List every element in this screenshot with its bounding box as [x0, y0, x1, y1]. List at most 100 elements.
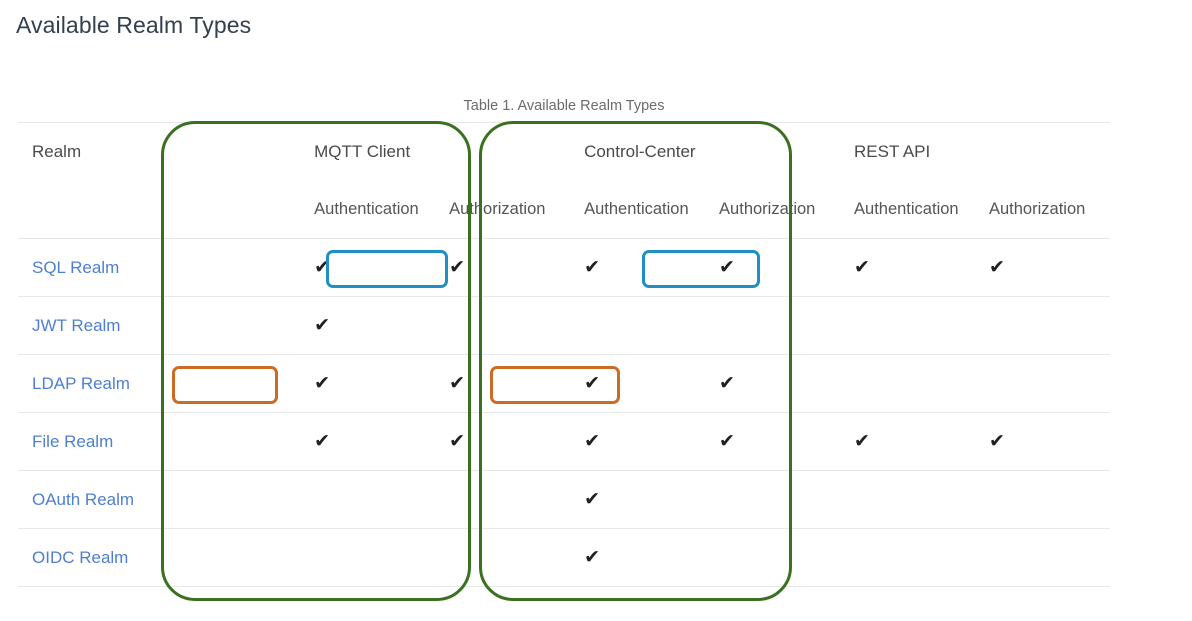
table-row: JWT Realm✔✔✔✔✔✔	[18, 296, 1110, 355]
column-header-rest-authentication: Authentication	[840, 180, 975, 239]
support-cell: ✔	[705, 354, 841, 413]
realm-link[interactable]: JWT Realm	[32, 316, 120, 335]
support-cell: ✔	[974, 412, 1110, 471]
sub-label-rest-authentication: Authentication	[854, 199, 959, 218]
checkmark-icon: ✔	[314, 429, 331, 452]
realm-link[interactable]: File Realm	[32, 432, 113, 451]
realm-header-label: Realm	[32, 141, 82, 161]
table-caption: Table 1. Available Realm Types	[463, 98, 665, 114]
checkmark-icon: ✔	[988, 429, 1005, 452]
checkmark-icon: ✔	[449, 255, 466, 278]
sub-label-cc-authentication: Authentication	[584, 199, 689, 218]
support-cell: ✔	[974, 296, 1110, 355]
sub-label-cc-authorization: Authorization	[719, 199, 816, 218]
support-cell: ✔	[840, 238, 975, 297]
checkmark-icon: ✔	[584, 429, 600, 452]
column-header-mqtt-authorization: Authorization	[435, 180, 571, 239]
checkmark-icon: ✔	[449, 371, 466, 394]
table-row: File Realm ✔ ✔ ✔ ✔ ✔ ✔	[18, 412, 1110, 471]
table-row: SQL Realm ✔ ✔ ✔ ✔ ✔ ✔	[18, 238, 1110, 297]
column-header-realm: Realm	[18, 122, 301, 181]
available-realm-types-table: Realm MQTT Client Control-Center REST AP…	[18, 122, 1110, 587]
support-cell: ✔	[840, 470, 975, 529]
checkmark-icon: ✔	[584, 545, 600, 568]
sub-label-rest-authorization: Authorization	[988, 199, 1086, 218]
realm-link[interactable]: OAuth Realm	[32, 490, 134, 509]
realm-cell: SQL Realm	[18, 238, 301, 297]
checkmark-icon: ✔	[314, 313, 331, 336]
checkmark-icon: ✔	[314, 371, 331, 394]
checkmark-icon: ✔	[719, 429, 735, 452]
column-header-cc-authentication: Authentication	[570, 180, 706, 239]
checkmark-icon: ✔	[584, 487, 600, 510]
support-cell: ✔	[435, 470, 571, 529]
support-cell: ✔	[974, 354, 1110, 413]
support-cell: ✔	[570, 470, 706, 529]
support-cell: ✔	[300, 354, 436, 413]
sub-label-mqtt-authorization: Authorization	[449, 199, 546, 218]
support-cell: ✔	[974, 528, 1110, 587]
support-cell: ✔	[300, 528, 436, 587]
support-cell: ✔	[570, 528, 706, 587]
support-cell: ✔	[974, 470, 1110, 529]
group-label-control-center: Control-Center	[584, 141, 696, 161]
column-group-rest-api: REST API	[840, 122, 1110, 181]
table-row: LDAP Realm✔✔✔✔✔✔	[18, 354, 1110, 413]
checkmark-icon: ✔	[719, 255, 735, 278]
checkmark-icon: ✔	[449, 429, 466, 452]
table-header-group-row: Realm MQTT Client Control-Center REST AP…	[18, 122, 1110, 181]
support-cell: ✔	[300, 238, 436, 297]
support-cell: ✔	[435, 412, 571, 471]
support-cell: ✔	[705, 470, 841, 529]
realm-link[interactable]: OIDC Realm	[32, 548, 128, 567]
realm-cell: OIDC Realm	[18, 528, 301, 587]
group-label-mqtt-client: MQTT Client	[314, 141, 411, 161]
table-header: Realm MQTT Client Control-Center REST AP…	[18, 122, 1110, 239]
support-cell: ✔	[974, 238, 1110, 297]
page-title: Available Realm Types	[16, 12, 252, 38]
support-cell: ✔	[300, 470, 436, 529]
realm-link[interactable]: LDAP Realm	[32, 374, 130, 393]
support-cell: ✔	[840, 412, 975, 471]
realm-cell: OAuth Realm	[18, 470, 301, 529]
support-cell: ✔	[705, 296, 841, 355]
support-cell: ✔	[300, 296, 436, 355]
support-cell: ✔	[840, 296, 975, 355]
checkmark-icon: ✔	[854, 429, 870, 452]
table-body: SQL Realm✔✔✔✔✔✔JWT Realm✔✔✔✔✔✔LDAP Realm…	[18, 238, 1110, 587]
checkmark-icon: ✔	[314, 255, 331, 278]
checkmark-icon: ✔	[988, 255, 1005, 278]
table-row: OAuth Realm✔✔✔✔✔✔	[18, 470, 1110, 529]
realm-link[interactable]: SQL Realm	[32, 258, 119, 277]
sub-label-mqtt-authentication: Authentication	[314, 199, 419, 218]
realm-cell: JWT Realm	[18, 296, 301, 355]
support-cell: ✔	[435, 296, 571, 355]
checkmark-icon: ✔	[719, 371, 735, 394]
support-cell: ✔	[300, 412, 436, 471]
checkmark-icon: ✔	[854, 255, 870, 278]
column-header-cc-authorization: Authorization	[705, 180, 841, 239]
support-cell: ✔	[435, 354, 571, 413]
support-cell: ✔	[570, 412, 706, 471]
realm-cell: File Realm	[18, 412, 301, 471]
column-header-mqtt-authentication: Authentication	[300, 180, 436, 239]
column-header-rest-authorization: Authorization	[974, 180, 1110, 239]
column-header-realm-spacer	[18, 180, 301, 239]
support-cell: ✔	[705, 238, 841, 297]
table-header-sub-row: Authentication Authorization Authenticat…	[18, 180, 1110, 239]
realm-cell: LDAP Realm	[18, 354, 301, 413]
support-cell: ✔	[435, 528, 571, 587]
support-cell: ✔	[840, 528, 975, 587]
checkmark-icon: ✔	[584, 371, 600, 394]
checkmark-icon: ✔	[584, 255, 600, 278]
support-cell: ✔	[705, 528, 841, 587]
support-cell: ✔	[705, 412, 841, 471]
support-cell: ✔	[570, 238, 706, 297]
column-group-mqtt-client: MQTT Client	[300, 122, 571, 181]
table-row: OIDC Realm✔✔✔✔✔✔	[18, 528, 1110, 587]
support-cell: ✔	[570, 354, 706, 413]
group-label-rest-api: REST API	[854, 141, 931, 161]
column-group-control-center: Control-Center	[570, 122, 841, 181]
support-cell: ✔	[570, 296, 706, 355]
support-cell: ✔	[435, 238, 571, 297]
